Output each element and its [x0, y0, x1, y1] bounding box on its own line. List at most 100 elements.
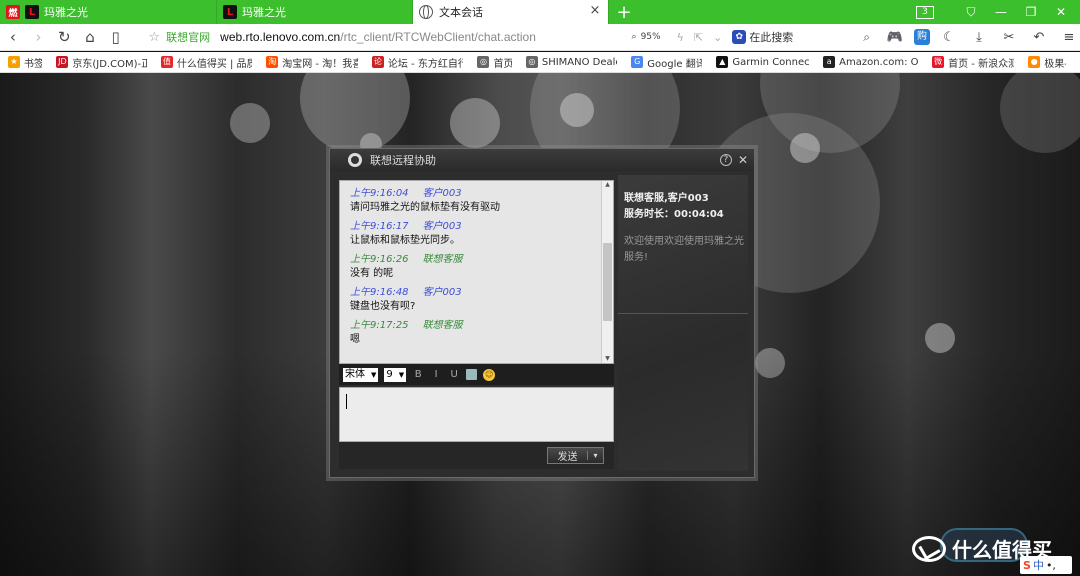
agent-customer-label: 联想客服,客户003 — [624, 193, 709, 204]
forward-icon[interactable]: › — [26, 28, 52, 46]
bookmark-item[interactable]: 值什么值得买 | 品质 — [160, 55, 252, 70]
window-controls: 3 ⛉ — ❐ ✕ — [916, 0, 1080, 24]
reload-icon[interactable]: ↻ — [51, 28, 77, 46]
bookmark-item[interactable]: ★ 书签 — [8, 55, 42, 70]
gamepad-icon[interactable]: 🎮 — [884, 30, 906, 45]
bookmark-item[interactable]: G Google 翻译 — [631, 55, 702, 70]
moon-icon[interactable]: ☾ — [938, 30, 960, 45]
message-header: 上午9:16:48 客户003 — [350, 287, 462, 298]
underline-button[interactable]: U — [448, 369, 460, 380]
bold-button[interactable]: B — [412, 369, 424, 380]
scroll-up-icon[interactable]: ▲ — [602, 181, 613, 191]
close-window-icon[interactable]: ✕ — [1046, 5, 1076, 19]
jiguo-icon: ● — [1028, 56, 1041, 68]
bokeh-circle — [760, 73, 900, 153]
shirt-icon[interactable]: ⛉ — [956, 5, 986, 20]
bookmark-item[interactable]: 微首页 - 新浪众测 — [932, 55, 1014, 70]
tab-1[interactable]: 燃 L 玛雅之光 — [0, 0, 217, 24]
share-icon[interactable]: ⇱ — [694, 31, 703, 44]
amazon-icon: a — [823, 56, 836, 68]
scroll-thumb[interactable] — [603, 243, 612, 321]
search-box[interactable]: ✿ 在此搜索 ⌕ — [732, 26, 870, 48]
lenovo-logo-icon — [348, 153, 362, 167]
font-size-select[interactable]: 9 ▼ — [384, 367, 407, 382]
zoom-level[interactable]: ⌕ 95% — [632, 32, 661, 42]
forum-icon: 论 — [371, 56, 384, 68]
send-button[interactable]: 发送 ▾ — [547, 447, 604, 464]
dialog-titlebar: 联想远程协助 ? ✕ — [330, 149, 754, 171]
chat-history[interactable]: 上午9:16:04 客户003 请问玛雅之光的鼠标垫有没有驱动 上午9:16:17… — [339, 180, 614, 364]
scroll-down-icon[interactable]: ▼ — [602, 355, 613, 363]
new-tab-button[interactable]: + — [609, 0, 639, 24]
bokeh-circle — [755, 348, 785, 378]
minimize-icon[interactable]: — — [986, 5, 1016, 19]
chat-scrollbar[interactable]: ▲ ▼ — [601, 181, 613, 363]
bookmark-item[interactable]: ◎ SHIMANO Deale — [525, 56, 617, 68]
url-text[interactable]: web.rto.lenovo.com.cn/rtc_client/RTCWebC… — [220, 30, 536, 44]
scissors-icon[interactable]: ✂ — [998, 30, 1020, 45]
close-icon[interactable]: ✕ — [738, 153, 748, 167]
tab-2[interactable]: L 玛雅之光 — [217, 0, 413, 24]
url-bar[interactable]: ☆ 联想官网 web.rto.lenovo.com.cn/rtc_client/… — [149, 26, 608, 48]
message-header: 上午9:17:25 联想客服 — [350, 320, 463, 331]
weibo-icon: 微 — [932, 56, 945, 68]
welcome-message: 欢迎使用欢迎使用玛雅之光服务! — [624, 236, 744, 263]
tab-3-active[interactable]: 文本会话 × — [413, 0, 609, 24]
zoom-icon: ⌕ — [631, 32, 637, 42]
message-text: 嗯 — [350, 334, 360, 345]
message-input[interactable] — [339, 387, 614, 442]
close-tab-icon[interactable]: × — [588, 4, 602, 18]
lightning-icon[interactable]: ϟ — [677, 31, 684, 44]
message-header: 上午9:16:17 客户003 — [350, 221, 462, 232]
undo-icon[interactable]: ↶ — [1028, 30, 1050, 45]
sogou-icon: S — [1023, 558, 1031, 572]
message-text: 让鼠标和鼠标垫光同步。 — [350, 235, 460, 246]
bokeh-circle — [925, 323, 955, 353]
message-text: 请问玛雅之光的鼠标垫有没有驱动 — [350, 202, 500, 213]
bokeh-circle — [230, 103, 270, 143]
bookmark-item[interactable]: ▲ Garmin Connect — [716, 56, 809, 68]
download-icon[interactable]: ⤓ — [968, 30, 990, 45]
site-name: 联想官网 — [166, 31, 211, 44]
menu-icon[interactable]: ≡ — [1058, 30, 1080, 45]
ime-indicator[interactable]: S 中 •, — [1020, 556, 1072, 574]
tab-count-badge[interactable]: 3 — [916, 5, 934, 19]
bookmark-item[interactable]: a Amazon.com: Or — [823, 56, 918, 68]
help-icon[interactable]: ? — [719, 154, 732, 166]
globe-icon — [419, 5, 433, 19]
service-duration: 服务时长：00:04:04 — [624, 209, 724, 220]
search-icon[interactable]: ⌕ — [863, 30, 870, 45]
bookmark-item[interactable]: ◎ 首页 — [477, 55, 512, 70]
browser-logo-icon[interactable]: 燃 — [6, 5, 20, 19]
italic-button[interactable]: I — [430, 369, 442, 380]
brand-icon: L — [223, 5, 237, 19]
address-toolbar: ‹ › ↻ ⌂ ▯ ☆ 联想官网 web.rto.lenovo.com.cn/r… — [0, 24, 1080, 51]
reader-icon[interactable]: ▯ — [103, 28, 129, 46]
taobao-icon: 淘 — [266, 56, 279, 68]
home-icon[interactable]: ⌂ — [77, 28, 103, 46]
emoji-icon[interactable]: ☺ — [483, 368, 496, 381]
bookmark-item[interactable]: 论论坛 - 东方红自行 — [371, 55, 463, 70]
shopping-icon[interactable]: 购 — [914, 29, 930, 45]
bookmark-item[interactable]: JD 京东(JD.COM)-正 — [56, 55, 147, 70]
bookmark-item[interactable]: ● 极果- — [1028, 55, 1066, 70]
extension-icons: 🎮 购 ☾ ⤓ ✂ ↶ ≡ — [884, 29, 1080, 45]
globe-icon: ◎ — [477, 56, 490, 68]
restore-icon[interactable]: ❐ — [1016, 5, 1046, 19]
message-header: 上午9:16:04 客户003 — [350, 188, 462, 199]
service-info-panel: 联想客服,客户003 服务时长：00:04:04 欢迎使用欢迎使用玛雅之光服务! — [618, 175, 748, 471]
bokeh-circle — [300, 73, 410, 153]
image-icon[interactable] — [466, 369, 478, 380]
paw-icon[interactable]: ✿ — [732, 30, 747, 44]
bookmark-star-icon[interactable]: ☆ — [149, 30, 161, 45]
font-select[interactable]: 宋体 ▼ — [343, 367, 379, 382]
bokeh-circle — [1000, 73, 1080, 153]
bookmark-item[interactable]: 淘淘宝网 - 淘！我喜 — [266, 55, 358, 70]
remote-assist-dialog: 联想远程协助 ? ✕ 上午9:16:04 客户003 请问玛雅之光的鼠标垫有没有驱… — [329, 148, 755, 478]
dialog-title: 联想远程协助 — [370, 154, 436, 167]
search-input[interactable]: 在此搜索 — [749, 29, 793, 45]
dropdown-icon[interactable]: ⌄ — [713, 31, 722, 44]
message-text: 键盘也没有呗? — [350, 301, 416, 312]
chevron-down-icon[interactable]: ▾ — [587, 451, 603, 460]
back-icon[interactable]: ‹ — [0, 28, 26, 46]
